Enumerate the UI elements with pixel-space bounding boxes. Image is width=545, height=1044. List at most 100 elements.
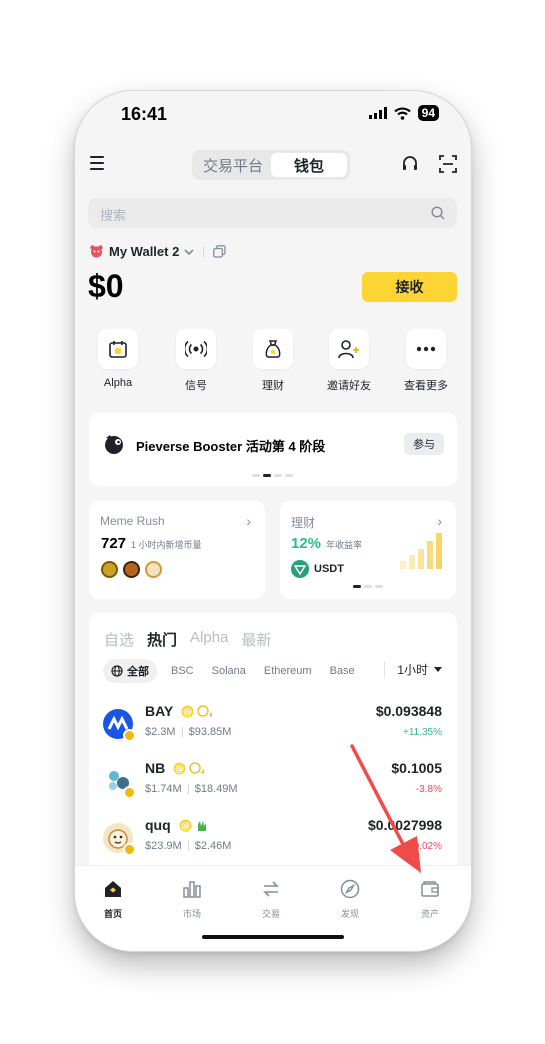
mode-switch: 交易平台 钱包 — [192, 150, 350, 180]
token-name: NB @ 4 — [145, 760, 205, 776]
status-time: 16:41 — [121, 104, 168, 124]
nav-label: 资产 — [420, 909, 439, 919]
mention-tag-icon: @ — [181, 705, 194, 718]
meme-token-avatars — [101, 561, 162, 578]
hand-tag-icon — [197, 821, 206, 831]
promo-banner[interactable]: Pieverse Booster 活动第 4 阶段 参与 — [89, 413, 457, 486]
nav-trade[interactable]: 交易 — [241, 879, 301, 920]
table-row[interactable]: quq @ $23.9M $2.46M $0.0027998 -0.02% — [89, 817, 457, 867]
volume: $93.85M — [188, 726, 232, 738]
timeframe-select[interactable]: 1小时 — [384, 661, 442, 678]
earn-card[interactable]: 理财 › 12% 年收益率 USDT — [280, 501, 456, 599]
caret-down-icon — [434, 667, 442, 672]
quick-action-label: 理财 — [262, 380, 284, 392]
quick-action-label: 邀请好友 — [327, 380, 371, 392]
divider — [203, 245, 205, 258]
token-price: $0.1005 — [391, 760, 442, 776]
chain-base[interactable]: Base — [330, 665, 355, 677]
add-user-icon — [329, 329, 369, 369]
battery-indicator: 94 — [417, 105, 439, 121]
banner-title: Pieverse Booster 活动第 4 阶段 — [136, 439, 326, 454]
token-name: BAY @ 4 — [145, 703, 212, 719]
nav-label: 交易 — [261, 909, 280, 919]
join-button[interactable]: 参与 — [404, 433, 444, 455]
earn-asset: USDT — [314, 563, 344, 575]
carousel-dots — [353, 585, 383, 588]
tab-new[interactable]: 最新 — [241, 629, 271, 650]
earn-apr-label: 年收益率 — [326, 540, 363, 550]
market-cap: $2.3M — [145, 726, 176, 738]
nav-home[interactable]: 首页 — [83, 879, 143, 920]
chain-badge-icon — [123, 786, 136, 799]
scan-icon[interactable] — [439, 155, 457, 173]
meme-count-label: 1 小时内新增币量 — [131, 540, 202, 550]
quick-action-signal[interactable]: 信号 — [166, 329, 226, 393]
receive-button[interactable]: 接收 — [362, 272, 457, 302]
market-cap: $1.74M — [145, 783, 182, 795]
quick-action-invite[interactable]: 邀请好友 — [319, 329, 379, 393]
headset-support-icon[interactable] — [401, 155, 419, 173]
nav-assets[interactable]: 资产 — [400, 879, 460, 920]
tab-wallet[interactable]: 钱包 — [271, 153, 347, 177]
wallet-balance: $0 — [88, 268, 124, 304]
table-row[interactable]: BAY @ 4 $2.3M $93.85M $0.093848 +11.35% — [89, 703, 457, 753]
nav-label: 市场 — [182, 909, 201, 919]
meme-rush-card[interactable]: Meme Rush › 727 1 小时内新增币量 — [89, 501, 265, 599]
menu-icon[interactable] — [90, 156, 104, 174]
chain-badge-icon — [123, 729, 136, 742]
earn-card-title: 理财 — [291, 516, 316, 530]
status-indicators: 94 — [368, 105, 439, 121]
svg-text:4: 4 — [209, 712, 212, 718]
tab-exchange[interactable]: 交易平台 — [195, 153, 271, 177]
nav-market[interactable]: 市场 — [162, 879, 222, 920]
quick-action-earn[interactable]: 理财 — [243, 329, 303, 393]
nav-label: 发现 — [340, 909, 359, 919]
search-input[interactable]: 搜索 — [88, 198, 457, 228]
token-stats: $23.9M $2.46M — [145, 840, 231, 852]
price-change: +11.35% — [402, 727, 442, 738]
calendar-alpha-icon — [98, 329, 138, 369]
copy-icon[interactable] — [213, 245, 226, 258]
mention-tag-icon: @ — [179, 819, 192, 832]
table-row[interactable]: NB @ 4 $1.74M $18.49M $0.1005 -3.8% — [89, 760, 457, 810]
chevron-right-icon: › — [246, 513, 251, 529]
quick-action-more[interactable]: 查看更多 — [396, 329, 456, 393]
nav-discover[interactable]: 发现 — [320, 879, 380, 920]
globe-icon — [111, 665, 123, 677]
earn-bars-illustration — [400, 533, 442, 569]
chain-all[interactable]: 全部 — [103, 659, 157, 683]
chain-solana[interactable]: Solana — [212, 665, 246, 677]
token-price: $0.093848 — [375, 703, 442, 719]
wallet-avatar-icon — [90, 245, 103, 258]
chain-all-label: 全部 — [127, 666, 149, 678]
quick-action-label: Alpha — [103, 377, 133, 389]
quick-action-alpha[interactable]: Alpha — [88, 329, 148, 389]
quick-action-label: 信号 — [185, 380, 207, 392]
token-stats: $2.3M $93.85M — [145, 726, 231, 738]
search-placeholder: 搜索 — [100, 208, 127, 223]
chevron-down-icon — [184, 249, 194, 255]
search-icon — [431, 206, 445, 220]
token-stats: $1.74M $18.49M — [145, 783, 238, 795]
tab-watchlist[interactable]: 自选 — [104, 629, 134, 650]
wallet-name: My Wallet 2 — [109, 244, 180, 259]
chain-bsc[interactable]: BSC — [171, 665, 194, 677]
usdt-tron-icon — [291, 560, 309, 578]
tab-alpha[interactable]: Alpha — [190, 629, 228, 650]
volume: $2.46M — [194, 840, 232, 852]
wallet-icon — [421, 881, 439, 897]
volume: $18.49M — [194, 783, 238, 795]
compass-icon — [340, 879, 360, 899]
token-avatar-icon — [145, 561, 162, 578]
earn-apr: 12% — [291, 535, 322, 552]
token-tabs: 自选 热门 Alpha 最新 — [104, 629, 271, 650]
svg-text:@: @ — [181, 822, 190, 832]
tab-hot[interactable]: 热门 — [147, 629, 177, 650]
wallet-selector[interactable]: My Wallet 2 — [89, 244, 226, 259]
quick-action-label: 查看更多 — [404, 380, 448, 392]
chevron-right-icon: › — [437, 513, 442, 529]
chain-ethereum[interactable]: Ethereum — [264, 665, 312, 677]
trade-arrows-icon — [263, 881, 279, 897]
nav-label: 首页 — [103, 909, 122, 919]
meme-count: 727 — [101, 535, 127, 552]
